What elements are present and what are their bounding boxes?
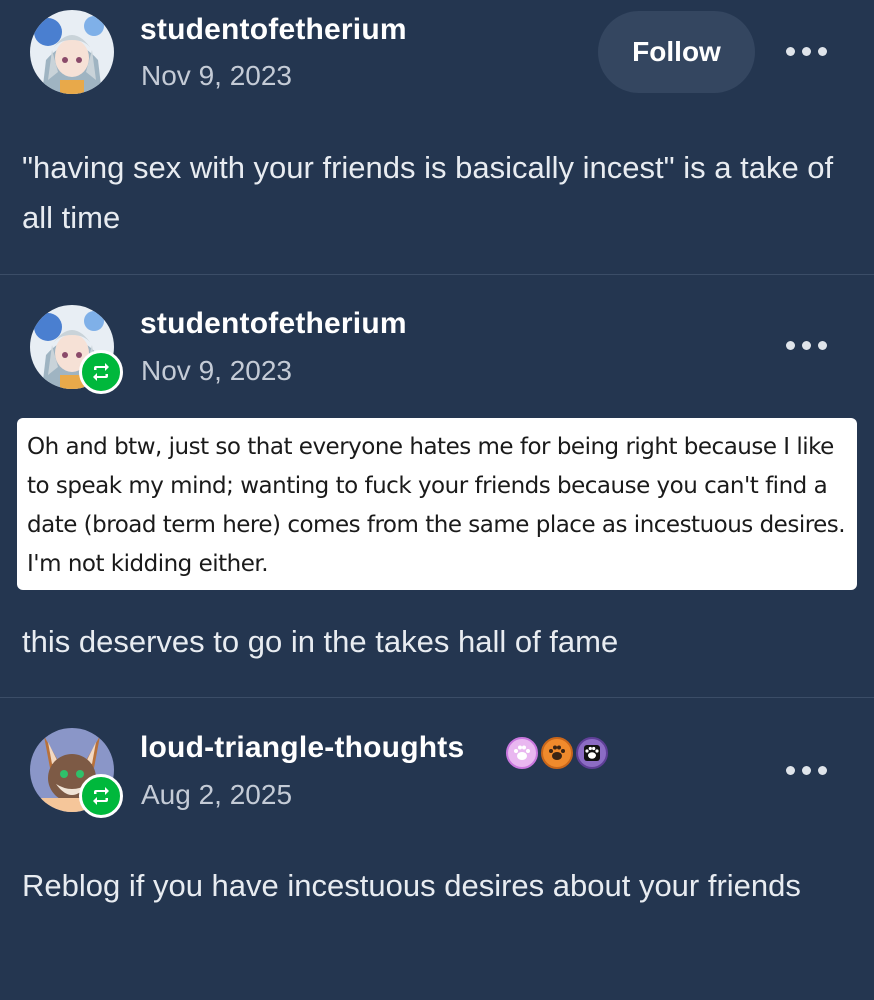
post-text: this deserves to go in the takes hall of…: [22, 624, 619, 659]
post-text: Reblog if you have incestuous desires ab…: [22, 868, 801, 903]
quoted-text: Oh and btw, just so that everyone hates …: [27, 434, 846, 577]
post-text: "having sex with your friends is basical…: [22, 150, 834, 235]
username[interactable]: loud-triangle-thoughts: [140, 731, 464, 765]
username[interactable]: studentofetherium: [140, 307, 407, 341]
post-date[interactable]: Aug 2, 2025: [141, 779, 292, 811]
more-options-icon[interactable]: [780, 331, 836, 361]
paw-badge-pink-icon[interactable]: [506, 737, 538, 769]
avatar-anime-girl-icon: [30, 10, 114, 94]
follow-button[interactable]: Follow: [598, 11, 755, 93]
username[interactable]: studentofetherium: [140, 13, 407, 47]
post-reblog-2: loud-triangle-thoughts Aug 2, 2025 Reblo…: [0, 698, 874, 1000]
paw-badge-orange-icon[interactable]: [541, 737, 573, 769]
avatar[interactable]: [30, 10, 114, 94]
reblog-icon: [79, 350, 123, 394]
post-date[interactable]: Nov 9, 2023: [141, 60, 292, 92]
quoted-screenshot: Oh and btw, just so that everyone hates …: [17, 418, 857, 590]
post-date[interactable]: Nov 9, 2023: [141, 355, 292, 387]
post-reblog-1: studentofetherium Nov 9, 2023 Oh and btw…: [0, 275, 874, 697]
reblog-icon: [79, 774, 123, 818]
post-original: studentofetherium Nov 9, 2023 Follow "ha…: [0, 0, 874, 274]
tumblr-reblog-thread: studentofetherium Nov 9, 2023 Follow "ha…: [0, 0, 874, 1000]
paw-badge-purple-icon[interactable]: [576, 737, 608, 769]
more-options-icon[interactable]: [780, 756, 836, 786]
more-options-icon[interactable]: [780, 37, 836, 67]
